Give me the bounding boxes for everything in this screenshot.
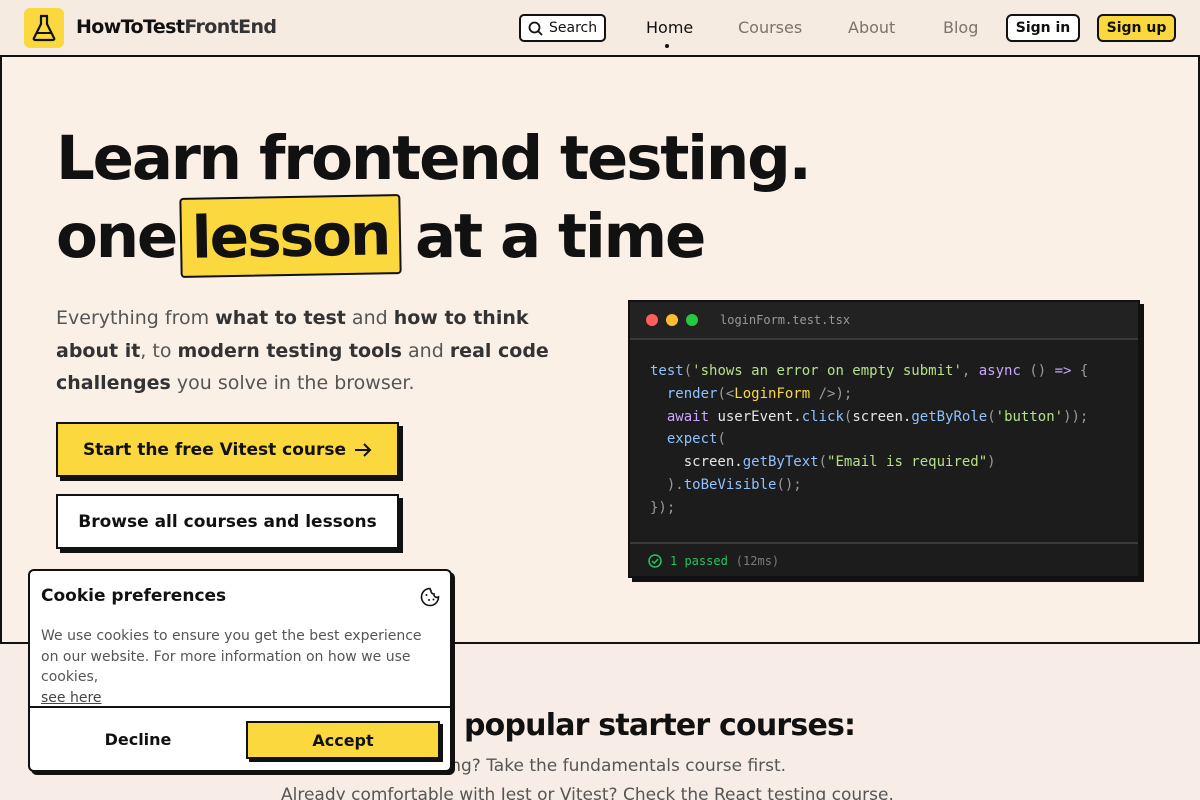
search-label: Search [549, 20, 598, 36]
arrow-right-icon [355, 442, 372, 457]
accept-cookies-button[interactable]: Accept [246, 721, 440, 759]
active-indicator [665, 44, 669, 48]
starter-courses-line-2: Already comfortable with Jest or Vitest?… [281, 785, 894, 800]
code-preview-card: loginForm.test.tsx test('shows an error … [628, 300, 1140, 578]
test-duration: (12ms) [735, 554, 780, 568]
flask-icon[interactable] [24, 8, 64, 48]
sign-in-button[interactable]: Sign in [1006, 14, 1080, 42]
browse-courses-button[interactable]: Browse all courses and lessons [56, 494, 399, 549]
decline-cookies-button[interactable]: Decline [30, 708, 246, 770]
subtitle-text: and [345, 307, 394, 329]
test-result-bar: 1 passed (12ms) [630, 542, 1138, 578]
subtitle-text: , to [140, 339, 178, 362]
headline-line-1: Learn frontend testing. [56, 123, 812, 194]
logo-main: HowToTest [76, 16, 185, 38]
subtitle-text: and [401, 339, 450, 362]
cookie-policy-link[interactable]: see here [41, 690, 102, 706]
test-pass-status: 1 passed [670, 554, 728, 568]
hero-subtitle: Everything from what to test and how to … [56, 302, 596, 400]
subtitle-emphasis: modern testing tools [177, 339, 402, 362]
subtitle-emphasis: what to test [215, 307, 346, 329]
top-navigation: HowToTestFrontEnd Search Home Courses Ab… [0, 0, 1200, 57]
code-card-header: loginForm.test.tsx [630, 302, 1138, 340]
headline-highlight: lesson [179, 194, 402, 278]
check-circle-icon [648, 554, 662, 568]
sign-up-button[interactable]: Sign up [1097, 14, 1176, 42]
headline-line-2-end: at a time [415, 201, 706, 272]
nav-link-courses[interactable]: Courses [738, 18, 802, 37]
window-minimize-dot [666, 314, 678, 326]
starter-courses-line-1: sting? Take the fundamentals course firs… [430, 756, 787, 776]
nav-link-home[interactable]: Home [646, 18, 693, 37]
search-button[interactable]: Search [519, 14, 606, 42]
window-close-dot [646, 314, 658, 326]
start-vitest-course-button[interactable]: Start the free Vitest course [56, 422, 399, 477]
search-icon [528, 21, 543, 36]
cookie-text-body: We use cookies to ensure you get the bes… [41, 628, 422, 685]
cookie-title: Cookie preferences [41, 586, 227, 606]
cookie-icon [420, 587, 440, 607]
code-snippet: test('shows an error on empty submit', a… [650, 363, 1089, 516]
cta-primary-label: Start the free Vitest course [82, 439, 347, 460]
cookie-description: We use cookies to ensure you get the bes… [41, 626, 441, 708]
code-file-name: loginForm.test.tsx [720, 313, 851, 327]
nav-link-about[interactable]: About [848, 18, 895, 37]
window-maximize-dot [686, 314, 698, 326]
headline-line-2-start: one [56, 201, 178, 272]
nav-link-blog[interactable]: Blog [943, 18, 978, 37]
logo-accent: FrontEnd [184, 16, 277, 38]
cookie-banner: Cookie preferences We use cookies to ens… [28, 569, 452, 772]
starter-courses-heading: popular starter courses: [464, 708, 856, 743]
site-logo[interactable]: HowToTestFrontEnd [76, 16, 277, 38]
subtitle-text: you solve in the browser. [170, 372, 415, 394]
subtitle-text: Everything from [56, 307, 216, 329]
